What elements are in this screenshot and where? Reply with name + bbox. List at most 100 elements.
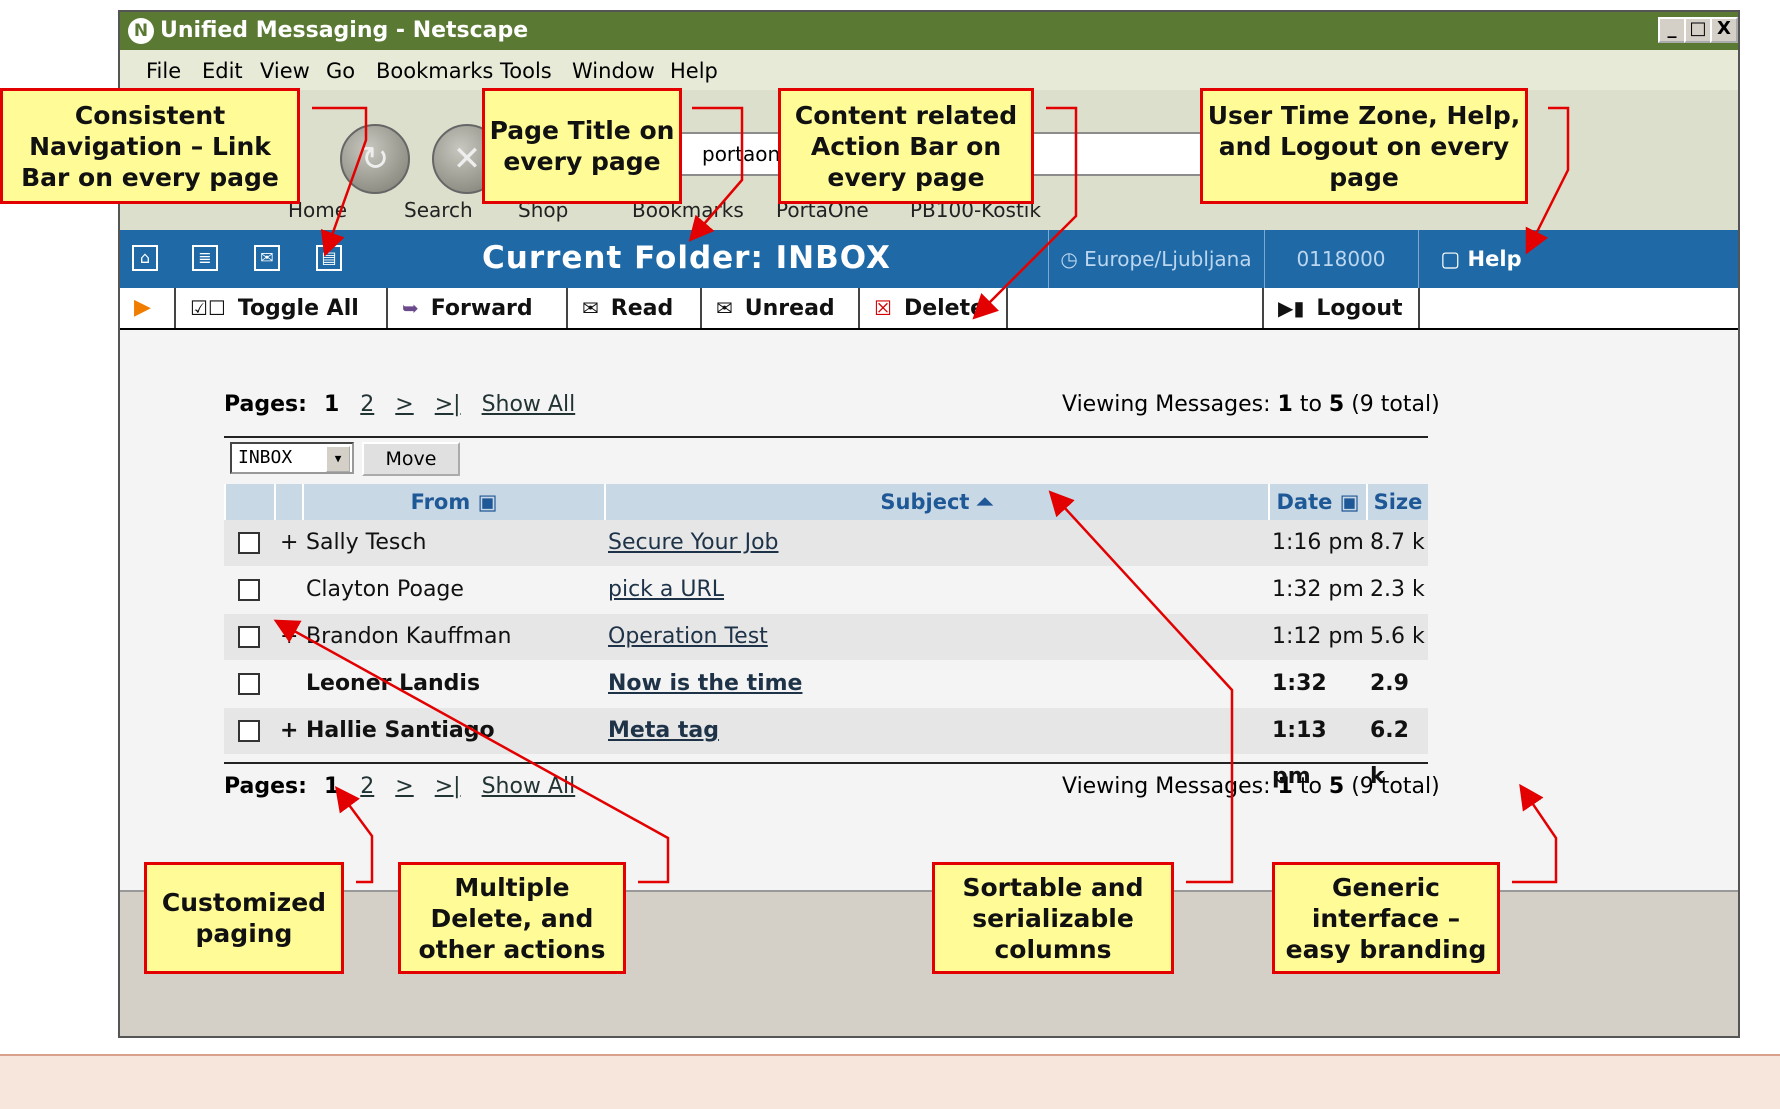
message-subject[interactable]: Secure Your Job: [608, 530, 779, 555]
app-header-bar: ⌂ ≣ ✉ ▤ Current Folder: INBOX ◷ Europe/L…: [120, 230, 1738, 288]
pages-label: Pages:: [224, 774, 307, 799]
message-date: 1:32 pm: [1272, 577, 1364, 602]
menu-tools[interactable]: Tools: [500, 59, 552, 83]
action-bar: ▶ ☑☐ Toggle All ➥ Forward ✉ Read ✉ Unread ☒ D…: [120, 288, 1738, 330]
address-book-icon[interactable]: ▤: [316, 245, 342, 271]
menu-view[interactable]: View: [260, 59, 310, 83]
message-date: 1:16 pm: [1272, 530, 1364, 555]
help-link[interactable]: ▢ Help: [1418, 230, 1543, 288]
help-label: Help: [1467, 247, 1522, 271]
sort-ascending-icon[interactable]: ⏶: [977, 490, 994, 514]
table-row[interactable]: + Sally Tesch Secure Your Job 1:16 pm 8.7 k: [224, 520, 1428, 566]
forward-button[interactable]: ➥ Forward: [388, 288, 568, 328]
message-subject-link[interactable]: Operation Test: [608, 614, 1264, 660]
message-subject-link[interactable]: pick a URL: [608, 567, 1264, 613]
next-page-link[interactable]: >: [395, 392, 413, 417]
row-checkbox[interactable]: [238, 720, 260, 742]
message-from: Clayton Poage: [306, 577, 464, 602]
webmail-app: ⌂ ≣ ✉ ▤ Current Folder: INBOX ◷ Europe/L…: [120, 230, 1738, 890]
message-date: 1:13 pm: [1272, 718, 1327, 789]
page-2-link[interactable]: 2: [360, 392, 374, 417]
page-2-link[interactable]: 2: [360, 774, 374, 799]
netscape-logo-icon: N: [128, 18, 154, 44]
menu-help[interactable]: Help: [670, 59, 718, 83]
menu-window[interactable]: Window: [572, 59, 655, 83]
reload-button[interactable]: ↻: [340, 124, 410, 194]
size-header: Size: [1366, 484, 1428, 520]
table-row[interactable]: + Brandon Kauffman Operation Test 1:12 pm 5.…: [224, 614, 1428, 660]
row-checkbox[interactable]: [238, 673, 260, 695]
message-subject[interactable]: pick a URL: [608, 577, 724, 602]
callout-generic: Generic interface – easy branding: [1272, 862, 1500, 974]
account-number: 0118000: [1264, 230, 1417, 288]
message-from: Leoner Landis: [306, 671, 481, 696]
menu-bookmarks[interactable]: Bookmarks: [376, 59, 493, 83]
logout-label: Logout: [1316, 296, 1403, 321]
sort-from-header[interactable]: From ▣: [302, 484, 604, 520]
message-subject[interactable]: Operation Test: [608, 624, 768, 649]
window-title: Unified Messaging - Netscape: [160, 18, 529, 43]
current-page: 1: [323, 774, 340, 799]
thread-expander[interactable]: [280, 661, 302, 707]
viewing-to: 5: [1328, 392, 1345, 417]
thread-expander[interactable]: [280, 567, 302, 613]
unread-button[interactable]: ✉ Unread: [702, 288, 860, 328]
divider-top: [224, 436, 1428, 438]
move-folder-select[interactable]: INBOX ▼: [230, 442, 354, 474]
delete-button[interactable]: ☒ Delete: [860, 288, 1008, 328]
delete-icon: ☒: [874, 296, 892, 320]
read-button[interactable]: ✉ Read: [568, 288, 702, 328]
table-row[interactable]: Leoner Landis Now is the time 1:32 pm 2.9 k: [224, 661, 1428, 742]
last-page-link[interactable]: >|: [435, 392, 461, 417]
chevron-down-icon[interactable]: ▼: [326, 446, 350, 472]
maximize-button[interactable]: □: [1684, 17, 1712, 43]
home-icon[interactable]: ⌂: [132, 245, 158, 271]
callout-navigation: Consistent Navigation – Link Bar on ever…: [0, 88, 300, 204]
minimize-button[interactable]: _: [1658, 17, 1686, 43]
viewing-to: 5: [1328, 774, 1345, 799]
pages-label: Pages:: [224, 392, 307, 417]
menu-file[interactable]: File: [146, 59, 181, 83]
sort-date-header[interactable]: Date ▣: [1268, 484, 1366, 520]
menu-edit[interactable]: Edit: [202, 59, 243, 83]
table-row[interactable]: + Hallie Santiago Meta tag 1:13 pm 6.2 k: [224, 708, 1428, 789]
sort-toggle-icon[interactable]: ▣: [1340, 490, 1360, 514]
last-page-link[interactable]: >|: [435, 774, 461, 799]
menu-go[interactable]: Go: [326, 59, 355, 83]
row-checkbox[interactable]: [238, 579, 260, 601]
move-button[interactable]: Move: [362, 442, 460, 476]
message-size: 2.3 k: [1370, 577, 1425, 602]
message-subject[interactable]: Meta tag: [608, 718, 719, 743]
folders-icon[interactable]: ≣: [192, 245, 218, 271]
toggle-all-label: Toggle All: [237, 296, 359, 321]
thread-expander[interactable]: +: [280, 614, 302, 660]
row-checkbox[interactable]: [238, 626, 260, 648]
compose-icon[interactable]: ✉: [254, 245, 280, 271]
show-all-link[interactable]: Show All: [482, 392, 576, 417]
thread-expander[interactable]: +: [280, 520, 302, 566]
envelope-icon: ✉: [716, 296, 733, 320]
message-from: Brandon Kauffman: [306, 624, 512, 649]
message-subject-link[interactable]: Secure Your Job: [608, 520, 1264, 566]
read-label: Read: [610, 296, 674, 321]
message-date: 1:32 pm: [1272, 671, 1327, 742]
close-button[interactable]: X: [1710, 17, 1738, 43]
message-subject-link[interactable]: Meta tag: [608, 708, 1264, 754]
logout-button[interactable]: ▶▮ Logout: [1264, 288, 1420, 328]
next-page-link[interactable]: >: [395, 774, 413, 799]
thread-expander[interactable]: +: [280, 708, 302, 754]
bookmark-search[interactable]: Search: [404, 198, 473, 222]
callout-page-title: Page Title on every page: [482, 88, 682, 204]
message-size: 6.2 k: [1370, 718, 1409, 789]
toggle-all-button[interactable]: ☑☐ Toggle All: [176, 288, 388, 328]
row-checkbox[interactable]: [238, 532, 260, 554]
message-subject-link[interactable]: Now is the time: [608, 661, 1264, 707]
timezone-cell[interactable]: ◷ Europe/Ljubljana: [1048, 230, 1263, 288]
message-subject[interactable]: Now is the time: [608, 671, 802, 696]
sort-subject-header[interactable]: Subject ⏶: [604, 484, 1268, 520]
help-icon: ▢: [1440, 247, 1468, 271]
show-all-link[interactable]: Show All: [482, 774, 576, 799]
table-row[interactable]: Clayton Poage pick a URL 1:32 pm 2.3 k: [224, 567, 1428, 613]
message-date: 1:12 pm: [1272, 624, 1364, 649]
sort-toggle-icon[interactable]: ▣: [478, 490, 498, 514]
